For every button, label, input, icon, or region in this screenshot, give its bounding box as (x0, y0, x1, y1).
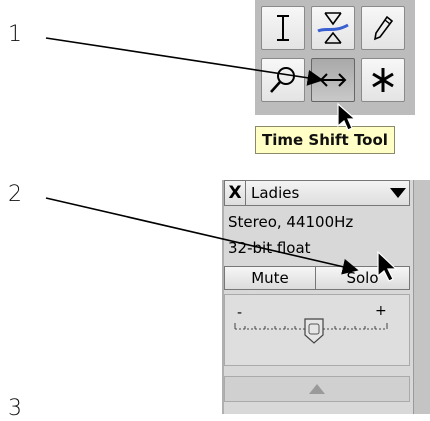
pencil-icon (373, 15, 394, 41)
gain-slider-area: - + (224, 294, 410, 366)
track-waveform-edge (413, 180, 430, 414)
selection-tool-button[interactable] (261, 6, 305, 50)
solo-button[interactable]: Solo (316, 266, 410, 290)
magnifier-icon (270, 67, 295, 93)
mute-solo-row: Mute Solo (224, 266, 410, 290)
track-name[interactable]: Ladies (246, 184, 387, 202)
envelope-tool-button[interactable] (311, 6, 355, 50)
gain-minus-label: - (237, 305, 242, 321)
draw-tool-button[interactable] (361, 6, 405, 50)
track-control-panel: X Ladies Stereo, 44100Hz 32-bit float Mu… (222, 180, 414, 414)
asterisk-icon (372, 68, 394, 92)
track-menu-button[interactable] (387, 188, 409, 198)
time-shift-tooltip: Time Shift Tool (255, 126, 395, 154)
gain-slider[interactable]: - + (225, 295, 409, 365)
step-number-2: 2 (8, 182, 22, 207)
track-bitdepth-info: 32-bit float (228, 239, 311, 257)
collapse-track-bar[interactable] (224, 376, 410, 402)
time-shift-tool-button[interactable] (311, 58, 355, 102)
tools-toolbar (255, 0, 415, 115)
track-format-info: Stereo, 44100Hz (228, 213, 354, 231)
gain-slider-thumb (304, 318, 324, 344)
double-arrow-icon (319, 73, 347, 87)
track-close-button[interactable]: X (225, 181, 246, 205)
i-beam-icon (277, 15, 289, 41)
multi-tool-button[interactable] (361, 58, 405, 102)
mute-button[interactable]: Mute (224, 266, 316, 290)
zoom-tool-button[interactable] (261, 58, 305, 102)
step-number-3: 3 (8, 396, 22, 421)
envelope-icon (317, 12, 349, 44)
track-title-bar[interactable]: X Ladies (224, 180, 410, 206)
gain-plus-label: + (375, 303, 387, 319)
step-number-1: 1 (8, 22, 22, 47)
triangle-up-icon (309, 384, 325, 394)
triangle-down-icon (390, 188, 406, 198)
